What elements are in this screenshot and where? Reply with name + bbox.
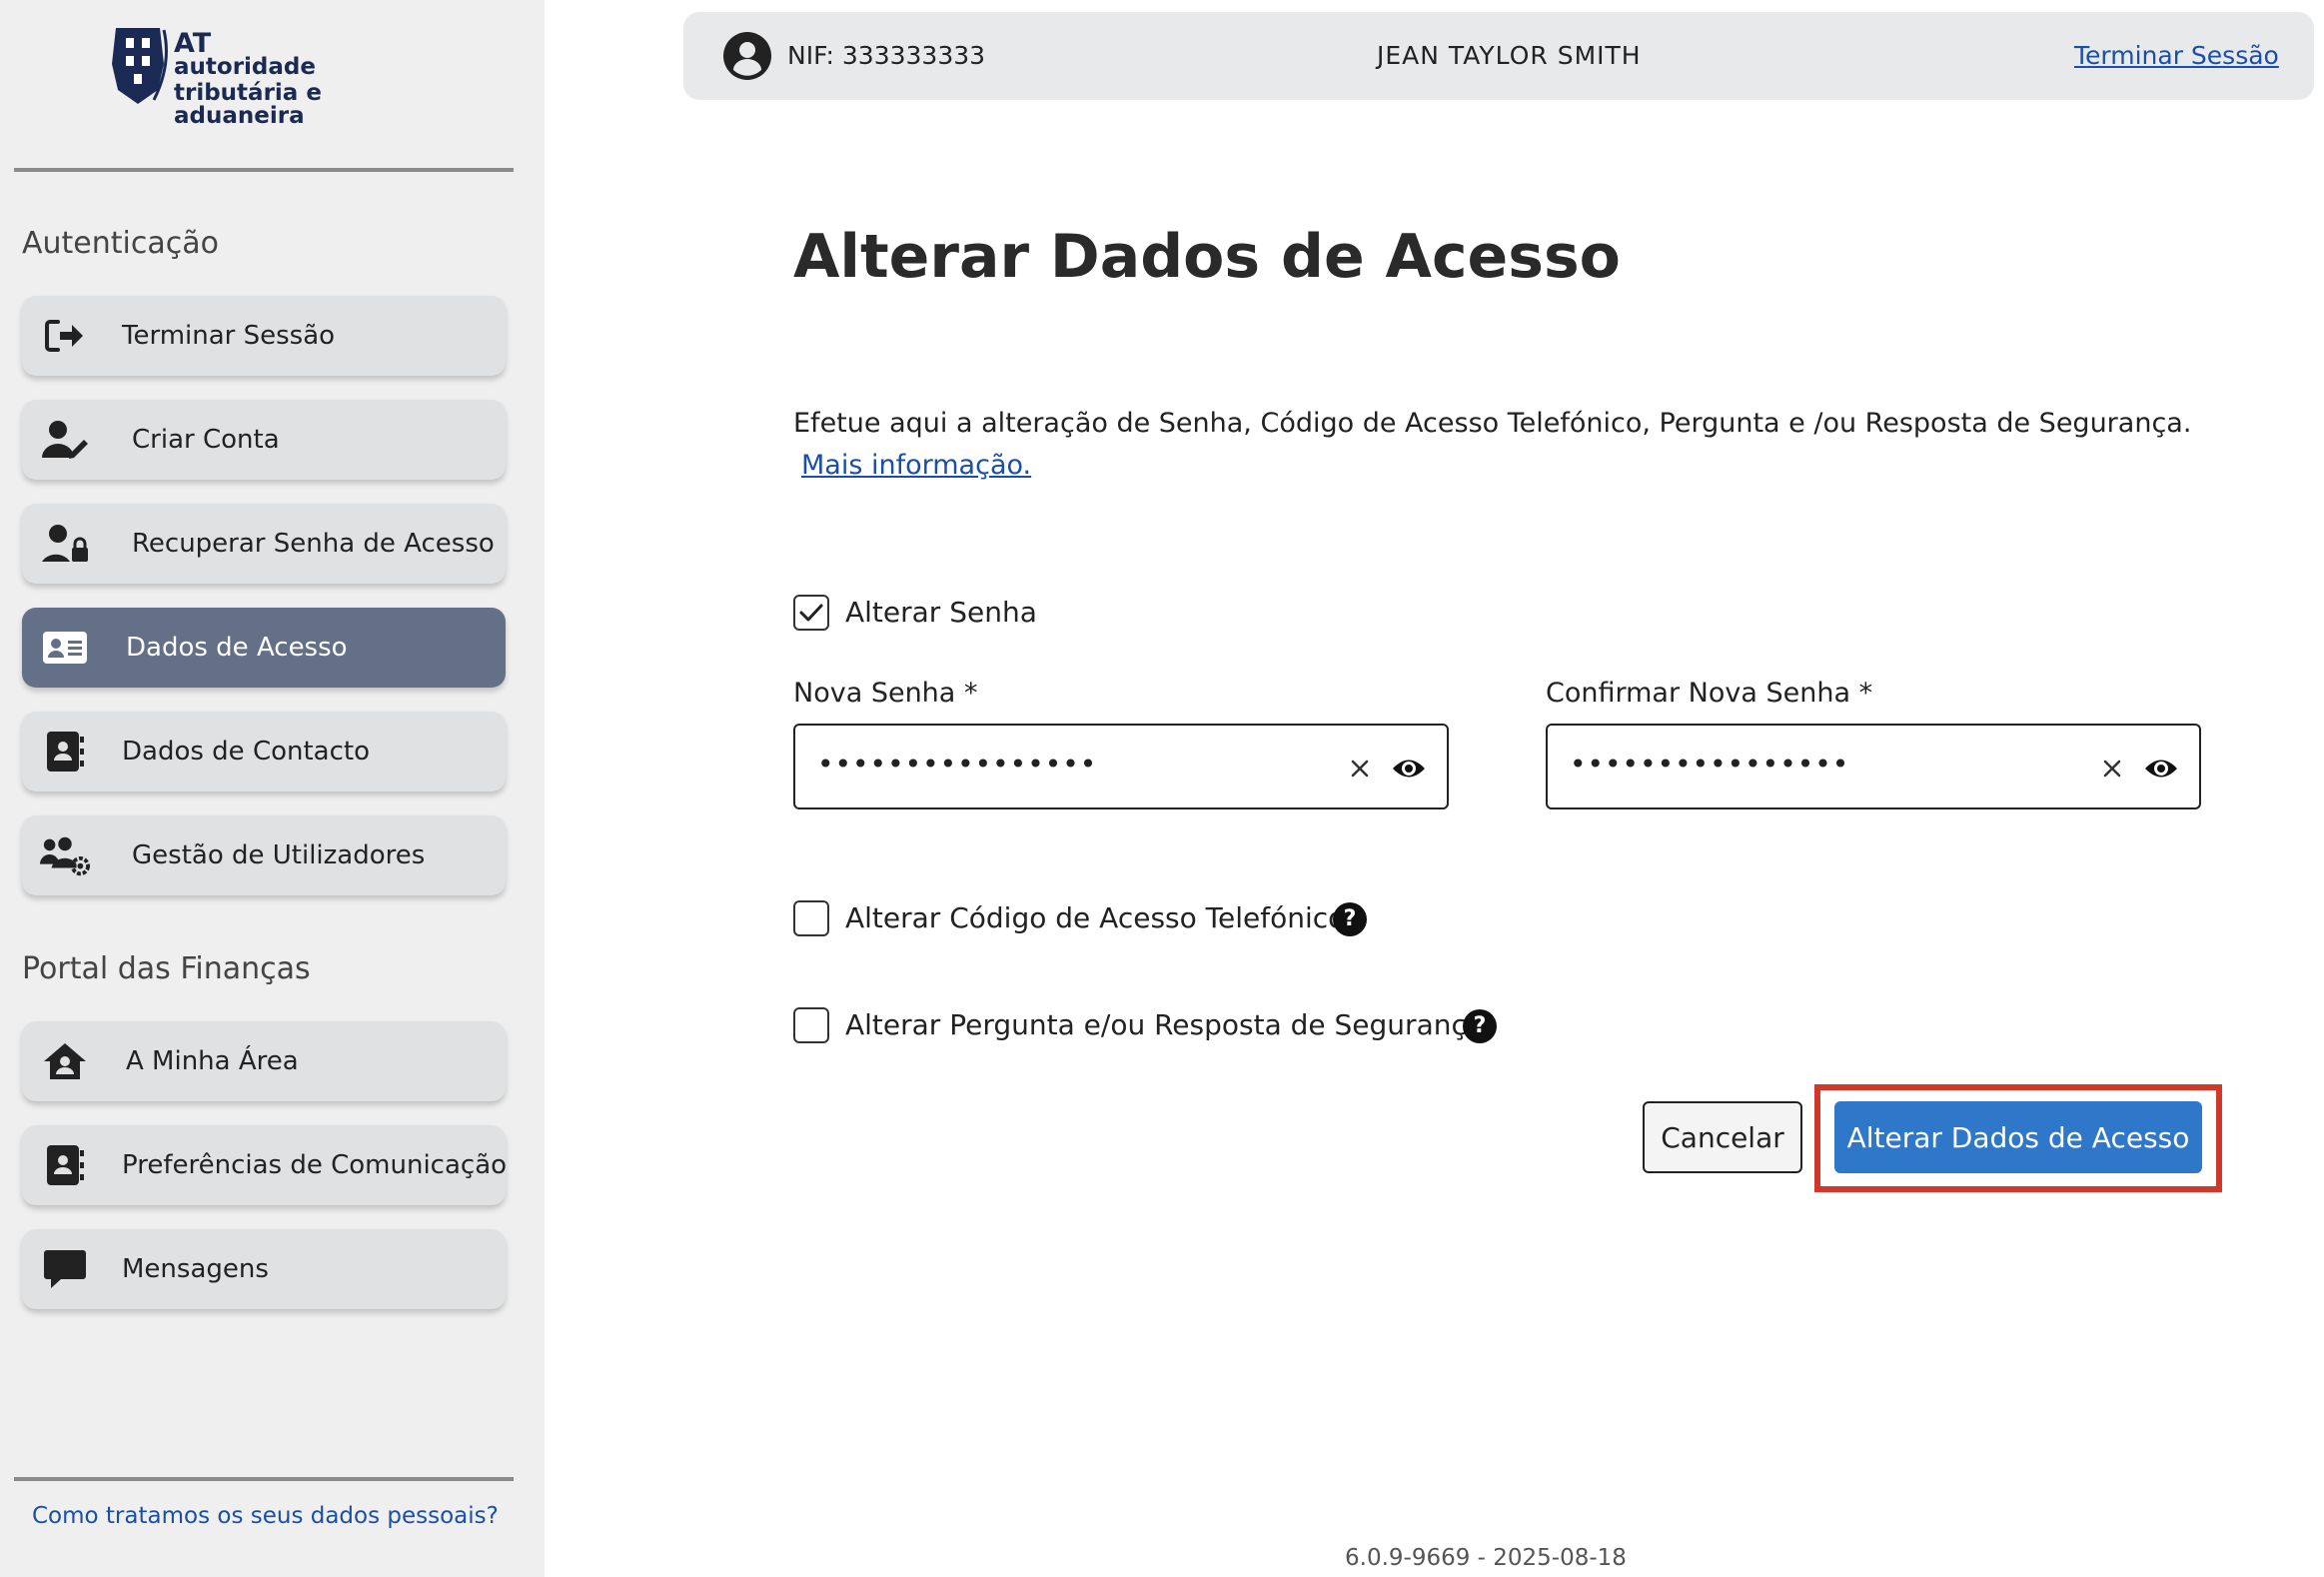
help-icon[interactable]: ? bbox=[1463, 1009, 1497, 1043]
section-title-portal: Portal das Finanças bbox=[22, 951, 311, 986]
sidebar-item-label: Dados de Acesso bbox=[126, 633, 348, 663]
user-edit-icon bbox=[40, 420, 90, 460]
new-password-field[interactable]: •••••••••••••••• bbox=[793, 724, 1449, 809]
logo-text-line3: tributária e aduaneira bbox=[174, 80, 322, 129]
page-description: Efetue aqui a alteração de Senha, Código… bbox=[793, 408, 2192, 439]
sidebar-item-label: Criar Conta bbox=[132, 425, 280, 455]
sidebar-divider bbox=[14, 168, 514, 172]
confirm-password-value: •••••••••••••••• bbox=[1570, 748, 1850, 781]
more-info-link[interactable]: Mais informação. bbox=[801, 450, 1031, 481]
sidebar-item-label: Dados de Contacto bbox=[122, 737, 371, 767]
users-cog-icon bbox=[40, 835, 90, 876]
confirm-password-label: Confirmar Nova Senha * bbox=[1546, 678, 1873, 709]
sidebar-item-minha-area[interactable]: A Minha Área bbox=[22, 1021, 506, 1101]
new-password-label: Nova Senha * bbox=[793, 678, 978, 709]
version-label: 6.0.9-9669 - 2025-08-18 bbox=[1345, 1545, 1627, 1571]
sidebar: AT autoridade tributária e aduaneira Aut… bbox=[0, 0, 545, 1577]
sidebar-item-label: Gestão de Utilizadores bbox=[132, 840, 426, 870]
submit-change-access-button[interactable]: Alterar Dados de Acesso bbox=[1834, 1101, 2202, 1173]
message-icon bbox=[40, 1249, 90, 1289]
nif-label: NIF: 333333333 bbox=[787, 41, 986, 70]
change-password-checkbox[interactable] bbox=[793, 595, 829, 631]
sidebar-item-criar-conta[interactable]: Criar Conta bbox=[22, 400, 506, 480]
sidebar-item-label: Recuperar Senha de Acesso bbox=[132, 529, 495, 559]
clear-icon[interactable] bbox=[2097, 754, 2127, 784]
section-title-auth: Autenticação bbox=[22, 226, 219, 261]
user-lock-icon bbox=[40, 524, 90, 564]
checkmark-icon bbox=[799, 604, 823, 622]
sidebar-item-label: Preferências de Comunicação bbox=[122, 1150, 508, 1180]
user-name: JEAN TAYLOR SMITH bbox=[1377, 41, 1642, 70]
sidebar-item-recuperar-senha[interactable]: Recuperar Senha de Acesso bbox=[22, 504, 506, 584]
user-header: NIF: 333333333 JEAN TAYLOR SMITH Termina… bbox=[683, 12, 2314, 100]
cancel-button[interactable]: Cancelar bbox=[1643, 1101, 1802, 1173]
show-password-eye-icon[interactable] bbox=[1391, 754, 1427, 784]
logo-text-line2: autoridade bbox=[174, 54, 316, 80]
privacy-link[interactable]: Como tratamos os seus dados pessoais? bbox=[32, 1503, 499, 1529]
at-emblem-icon bbox=[112, 28, 168, 104]
sidebar-item-preferencias-comunicacao[interactable]: Preferências de Comunicação bbox=[22, 1125, 508, 1205]
sidebar-item-dados-de-contacto[interactable]: Dados de Contacto bbox=[22, 712, 506, 791]
at-logo[interactable]: AT autoridade tributária e aduaneira bbox=[108, 24, 428, 128]
change-security-label[interactable]: Alterar Pergunta e/ou Resposta de Segura… bbox=[845, 1008, 1484, 1041]
contact-book-icon bbox=[40, 1145, 90, 1185]
sidebar-item-dados-de-acesso[interactable]: Dados de Acesso bbox=[22, 608, 506, 688]
confirm-password-field[interactable]: •••••••••••••••• bbox=[1546, 724, 2201, 809]
change-phone-code-label[interactable]: Alterar Código de Acesso Telefónico bbox=[845, 901, 1345, 934]
sidebar-item-label: A Minha Área bbox=[126, 1046, 299, 1076]
contact-book-icon bbox=[40, 732, 90, 772]
sidebar-divider bbox=[14, 1477, 514, 1481]
change-security-checkbox[interactable] bbox=[793, 1007, 829, 1043]
user-avatar-icon bbox=[723, 32, 771, 84]
new-password-value: •••••••••••••••• bbox=[817, 748, 1098, 781]
logo-text-at: AT bbox=[174, 28, 212, 59]
change-phone-code-checkbox[interactable] bbox=[793, 900, 829, 936]
page-title: Alterar Dados de Acesso bbox=[793, 222, 1621, 292]
id-card-icon bbox=[40, 628, 90, 668]
logout-link[interactable]: Terminar Sessão bbox=[2074, 41, 2279, 70]
sidebar-item-gestao-utilizadores[interactable]: Gestão de Utilizadores bbox=[22, 815, 506, 895]
house-user-icon bbox=[40, 1041, 90, 1081]
sign-out-icon bbox=[40, 316, 90, 356]
sidebar-item-mensagens[interactable]: Mensagens bbox=[22, 1229, 506, 1309]
clear-icon[interactable] bbox=[1345, 754, 1375, 784]
sidebar-item-label: Terminar Sessão bbox=[122, 321, 336, 351]
change-password-label[interactable]: Alterar Senha bbox=[845, 596, 1037, 629]
sidebar-item-terminar-sessao[interactable]: Terminar Sessão bbox=[22, 296, 506, 376]
help-icon[interactable]: ? bbox=[1333, 902, 1367, 936]
sidebar-item-label: Mensagens bbox=[122, 1254, 269, 1284]
show-password-eye-icon[interactable] bbox=[2143, 754, 2179, 784]
